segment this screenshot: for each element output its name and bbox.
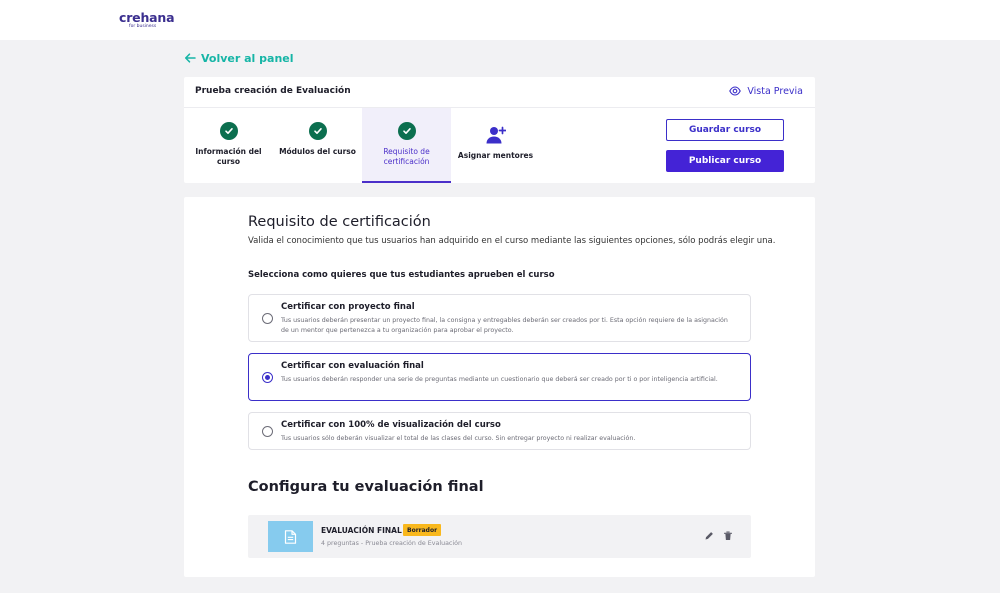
config-title: Configura tu evaluación final [248, 479, 484, 495]
step-course-modules[interactable]: Módulos del curso [273, 108, 362, 183]
edit-icon[interactable] [703, 530, 715, 542]
document-icon [284, 529, 297, 544]
section-description: Valida el conocimiento que tus usuarios … [248, 236, 776, 246]
step-certification-requirement[interactable]: Requisito de certificación [362, 108, 451, 183]
publish-course-button[interactable]: Publicar curso [666, 150, 784, 172]
certification-card: Requisito de certificación Valida el con… [184, 197, 815, 577]
course-header-card: Prueba creación de Evaluación Vista Prev… [184, 77, 815, 183]
step-course-info[interactable]: Información del curso [184, 108, 273, 183]
top-bar: crehana for business [0, 0, 1000, 40]
brand-logo[interactable]: crehana for business [119, 10, 175, 29]
evaluation-name: EVALUACIÓN FINAL [321, 526, 402, 535]
trash-icon[interactable] [722, 530, 734, 542]
choose-label: Selecciona como quieres que tus estudian… [248, 270, 555, 280]
step-label: Módulos del curso [279, 147, 356, 156]
check-icon [219, 122, 238, 140]
option-full-viewing[interactable]: Certificar con 100% de visualización del… [248, 412, 751, 450]
option-description: Tus usuarios deberán responder una serie… [281, 376, 718, 383]
step-assign-mentors[interactable]: Asignar mentores [451, 108, 540, 183]
radio-button[interactable] [262, 313, 273, 324]
section-title: Requisito de certificación [248, 214, 431, 230]
evaluation-meta: 4 preguntas - Prueba creación de Evaluac… [321, 540, 462, 547]
back-link-label: Volver al panel [201, 51, 294, 65]
option-title: Certificar con proyecto final [281, 302, 415, 312]
option-final-evaluation[interactable]: Certificar con evaluación final Tus usua… [248, 353, 751, 401]
radio-button-selected[interactable] [262, 372, 273, 383]
add-user-icon [486, 126, 506, 144]
back-to-panel-link[interactable]: Volver al panel [184, 50, 294, 66]
course-title: Prueba creación de Evaluación [195, 86, 351, 96]
eye-icon [729, 86, 742, 96]
arrow-left-icon [184, 53, 196, 63]
option-description: Tus usuarios sólo deberán visualizar el … [281, 435, 636, 442]
preview-button[interactable]: Vista Previa [729, 85, 803, 97]
brand-name: crehana [119, 10, 175, 25]
radio-button[interactable] [262, 426, 273, 437]
option-title: Certificar con 100% de visualización del… [281, 420, 501, 430]
step-label: Requisito de certificación [383, 147, 430, 166]
option-description: Tus usuarios deberán presentar un proyec… [281, 317, 728, 334]
step-label: Información del curso [195, 147, 262, 166]
evaluation-thumbnail [268, 521, 313, 552]
option-final-project[interactable]: Certificar con proyecto final Tus usuari… [248, 294, 751, 342]
step-label: Asignar mentores [457, 151, 534, 160]
status-badge: Borrador [403, 524, 442, 536]
check-icon [308, 122, 327, 140]
evaluation-item[interactable]: EVALUACIÓN FINAL Borrador 4 preguntas - … [248, 515, 751, 558]
preview-label: Vista Previa [747, 85, 803, 97]
save-course-button[interactable]: Guardar curso [666, 119, 784, 141]
check-icon [397, 122, 416, 140]
option-title: Certificar con evaluación final [281, 361, 424, 371]
